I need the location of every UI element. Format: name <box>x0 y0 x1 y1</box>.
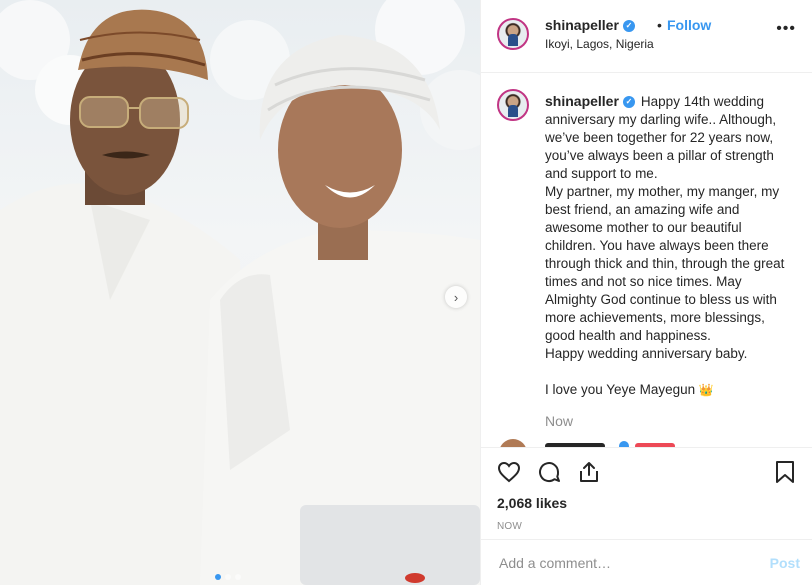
post-comment-button[interactable]: Post <box>770 555 800 571</box>
separator-dot: • <box>657 17 662 33</box>
partial-comment-row <box>497 437 797 447</box>
likes-count[interactable]: 2,068 likes <box>497 495 567 511</box>
next-photo-button[interactable]: › <box>445 286 467 308</box>
caption: shinapeller ✓ Happy 14th wedding anniversa… <box>545 92 795 399</box>
verified-badge-icon: ✓ <box>622 20 635 33</box>
avatar[interactable] <box>497 18 529 50</box>
caption-time: Now <box>545 413 574 429</box>
share-icon[interactable] <box>577 460 601 484</box>
carousel-dots <box>215 574 241 580</box>
verified-badge-icon: ✓ <box>622 96 635 109</box>
follow-button[interactable]: Follow <box>667 17 711 33</box>
comment-icon[interactable] <box>537 460 561 484</box>
carousel-dot <box>235 574 241 580</box>
crown-emoji-icon: 👑 <box>698 383 714 397</box>
location-link[interactable]: Ikoyi, Lagos, Nigeria <box>545 37 654 51</box>
username-text: shinapeller <box>545 93 619 109</box>
post-timestamp: NOW <box>497 521 523 532</box>
post-actions: 2,068 likes NOW <box>481 447 812 540</box>
caption-username-link[interactable]: shinapeller ✓ <box>545 93 635 109</box>
post-side-panel: shinapeller ✓ • Follow Ikoyi, Lagos, Nige… <box>480 0 812 585</box>
post-header: shinapeller ✓ • Follow Ikoyi, Lagos, Nige… <box>481 0 812 73</box>
carousel-dot <box>225 574 231 580</box>
bookmark-icon[interactable] <box>774 460 796 484</box>
photo-illustration <box>0 0 480 585</box>
username-text: shinapeller <box>545 17 619 33</box>
add-comment-bar: Post <box>481 539 812 586</box>
caption-text: Happy 14th wedding anniversary my darlin… <box>545 94 785 397</box>
post-username-link[interactable]: shinapeller ✓ <box>545 17 635 33</box>
comments-section: shinapeller ✓ Happy 14th wedding anniversa… <box>481 73 812 447</box>
avatar[interactable] <box>497 89 529 121</box>
avatar[interactable] <box>499 439 527 447</box>
post-photo[interactable]: › <box>0 0 480 585</box>
carousel-dot <box>215 574 221 580</box>
more-options-icon[interactable]: ••• <box>776 20 796 38</box>
heart-icon[interactable] <box>497 460 521 484</box>
comment-input[interactable] <box>497 554 741 572</box>
